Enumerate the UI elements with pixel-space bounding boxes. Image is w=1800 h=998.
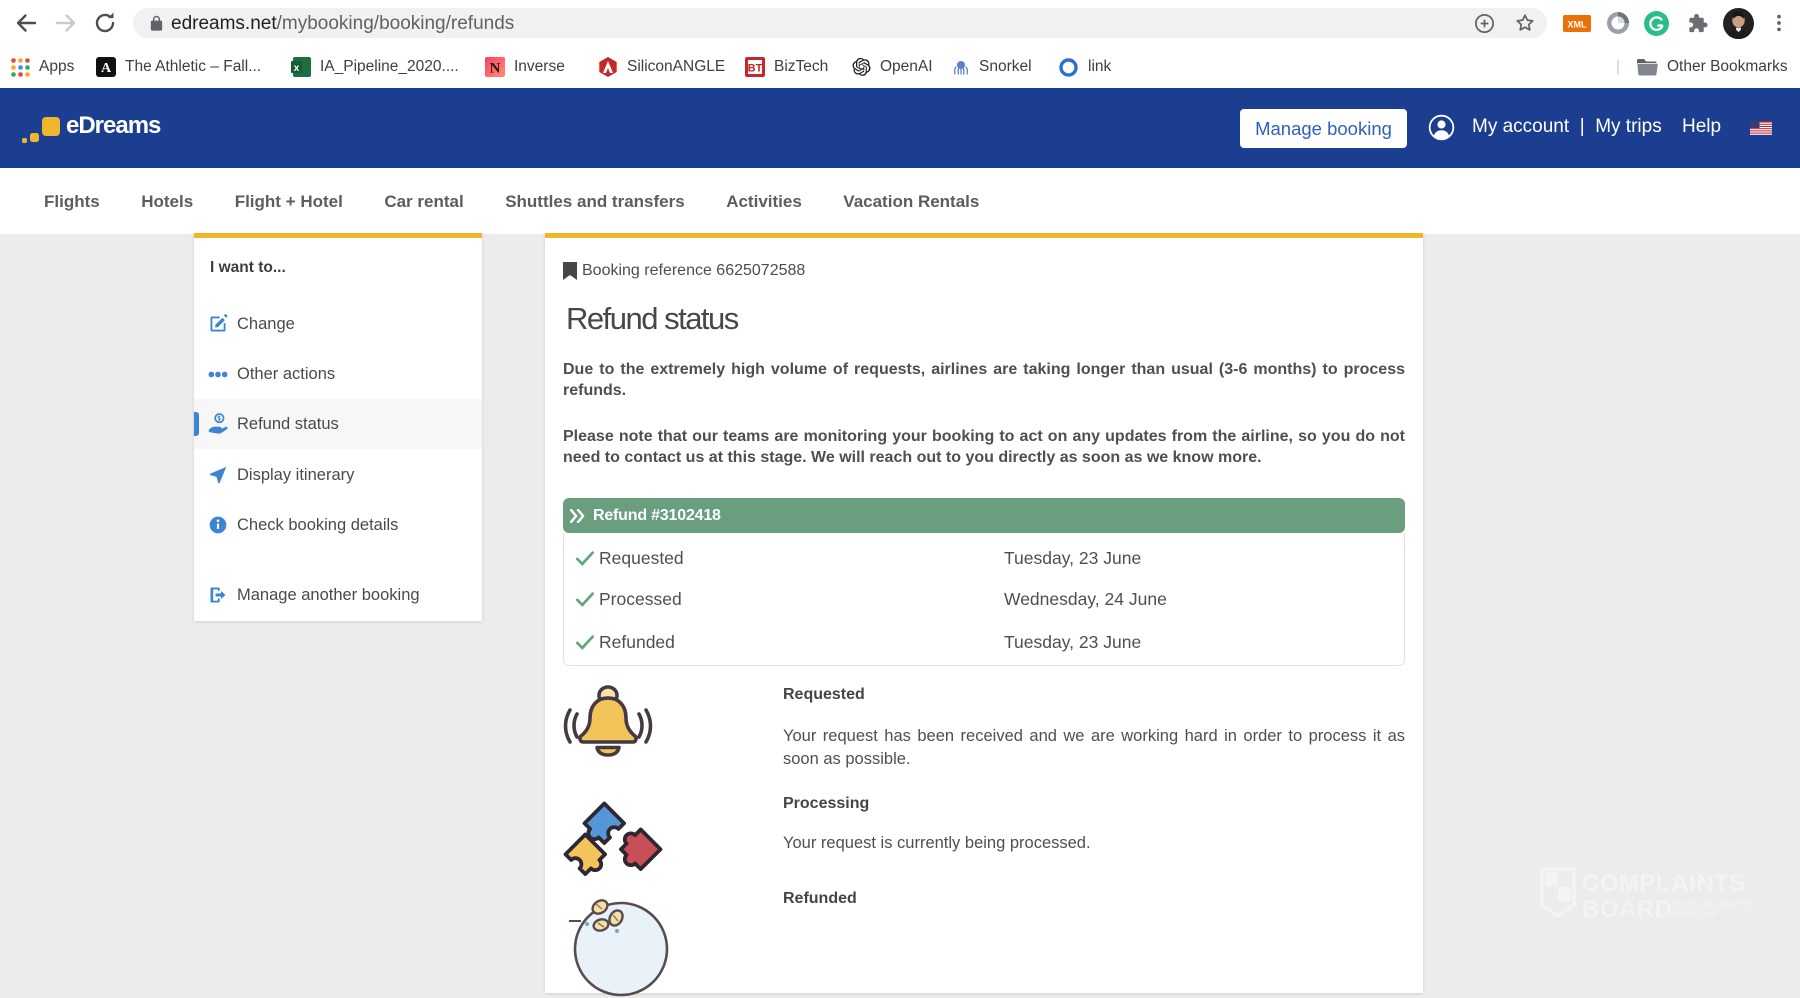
svg-text:N: N — [490, 61, 501, 77]
svg-text:SINCE 2004: SINCE 2004 — [1669, 909, 1717, 919]
svg-text:BOARD: BOARD — [1582, 896, 1673, 923]
svg-text:RESOLVING ISSUES: RESOLVING ISSUES — [1669, 899, 1752, 909]
svg-text:BT: BT — [748, 63, 763, 75]
svg-text:A: A — [101, 61, 112, 76]
svg-text:x: x — [294, 63, 300, 74]
svg-text:COMPLAINTS: COMPLAINTS — [1582, 870, 1746, 897]
svg-text:XML: XML — [1568, 20, 1588, 30]
